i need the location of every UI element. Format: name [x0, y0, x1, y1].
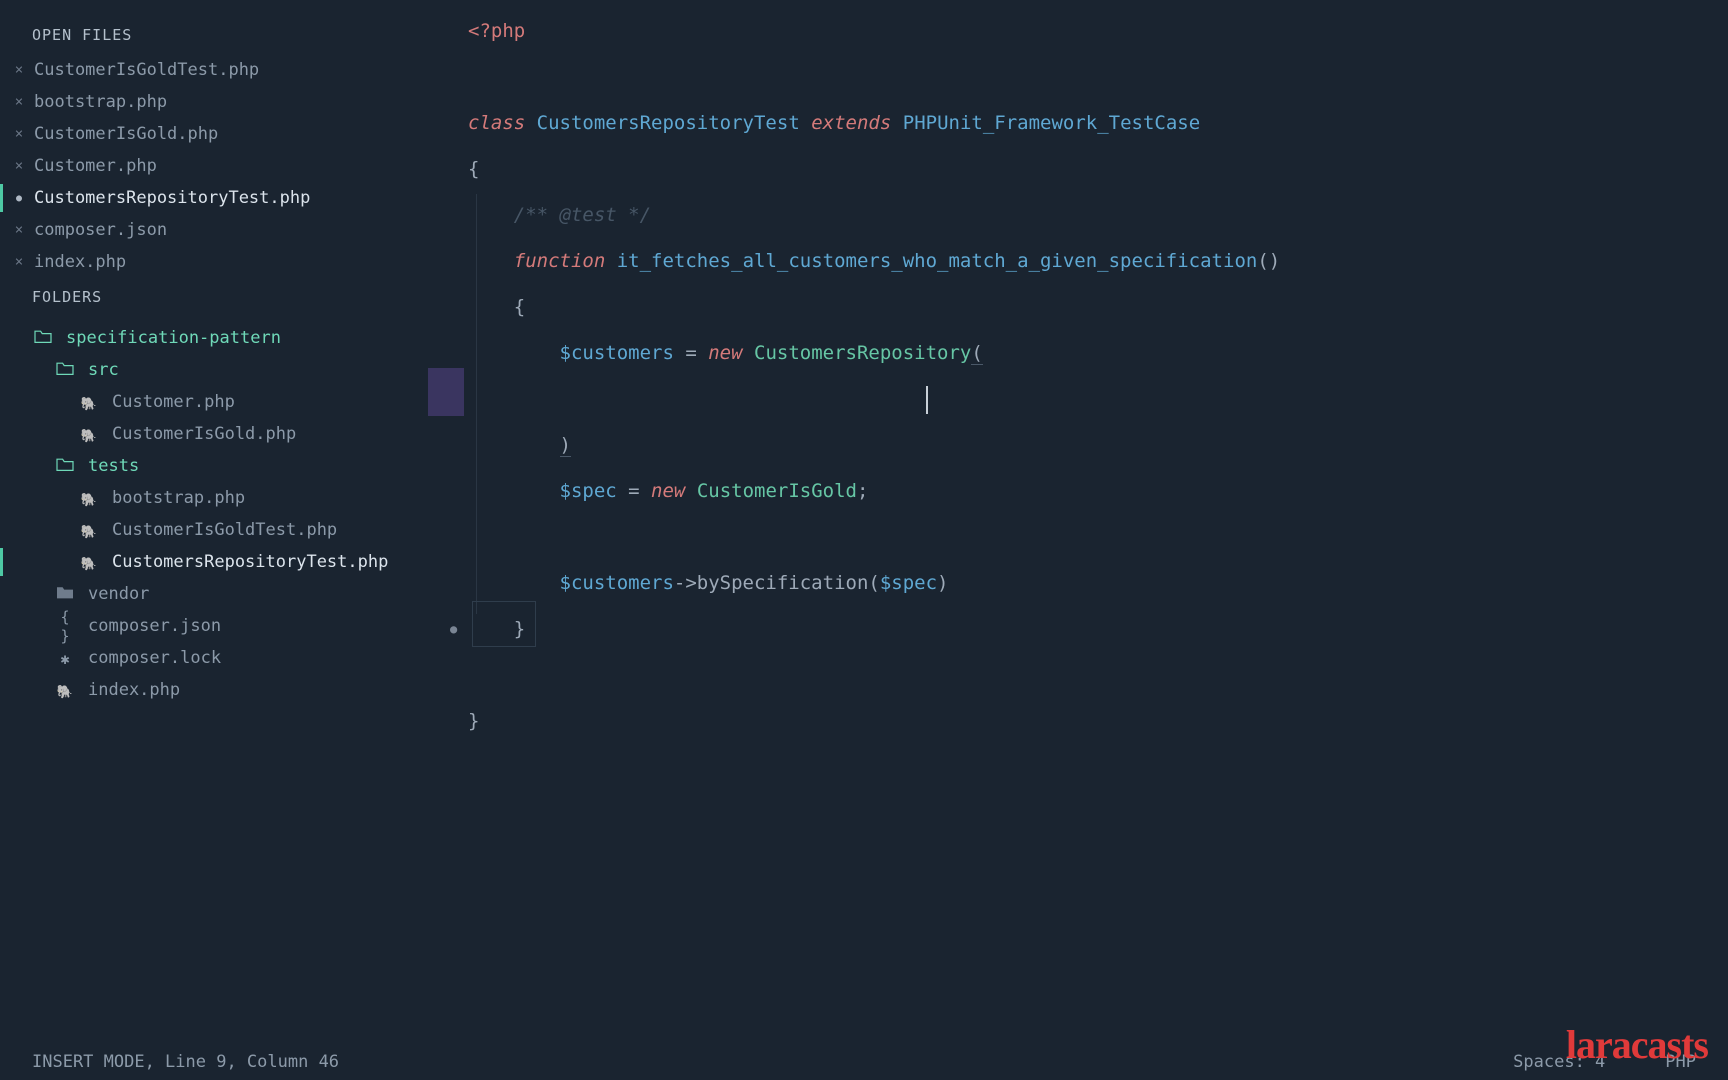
tree-src[interactable]: src	[0, 354, 428, 386]
class-repo: CustomersRepository	[754, 342, 971, 364]
php-file-icon: 🐘	[78, 393, 100, 412]
method-byspec: bySpecification	[697, 572, 869, 594]
tree-bootstrap-php[interactable]: 🐘 bootstrap.php	[0, 482, 428, 514]
tree-item-label: Customer.php	[112, 392, 235, 412]
tree-item-label: tests	[88, 456, 139, 476]
class-name: CustomersRepositoryTest	[537, 112, 800, 134]
php-file-icon: 🐘	[78, 489, 100, 508]
sidebar: OPEN FILES × CustomerIsGoldTest.php × boots…	[0, 0, 428, 1044]
fn-parens: ()	[1257, 250, 1280, 272]
tree-tests[interactable]: tests	[0, 450, 428, 482]
tree-item-label: CustomersRepositoryTest.php	[112, 552, 388, 572]
close-icon[interactable]: ×	[12, 62, 26, 78]
tree-item-label: CustomerIsGoldTest.php	[112, 520, 337, 540]
open-file-customer-php[interactable]: × Customer.php	[0, 150, 428, 182]
var-spec: $spec	[560, 480, 617, 502]
base-class: PHPUnit_Framework_TestCase	[903, 112, 1200, 134]
folder-open-icon	[54, 456, 76, 476]
tree-specification-pattern[interactable]: specification-pattern	[0, 322, 428, 354]
var-spec2: $spec	[880, 572, 937, 594]
tree-item-label: bootstrap.php	[112, 488, 245, 508]
open-file-index-php[interactable]: × index.php	[0, 246, 428, 278]
tree-item-label: vendor	[88, 584, 149, 604]
open-brace: {	[468, 158, 479, 180]
close-icon[interactable]: ×	[12, 94, 26, 110]
open-file-label: CustomersRepositoryTest.php	[34, 188, 310, 208]
tree-composer-json[interactable]: { } composer.json	[0, 610, 428, 642]
semi: ;	[857, 480, 868, 502]
php-file-icon: 🐘	[78, 553, 100, 572]
status-mode: INSERT MODE, Line 9, Column 46	[32, 1052, 339, 1072]
open-file-customerisgoldtest-php[interactable]: × CustomerIsGoldTest.php	[0, 54, 428, 86]
tree-vendor[interactable]: vendor	[0, 578, 428, 610]
keyword-new2: new	[651, 480, 685, 502]
gutter-modified-dot: ●	[450, 606, 457, 652]
folders-heading: FOLDERS	[0, 282, 428, 316]
close-paren2: )	[937, 572, 948, 594]
text-cursor	[926, 386, 928, 414]
class-spec: CustomerIsGold	[697, 480, 857, 502]
open-files-heading: OPEN FILES	[0, 20, 428, 54]
function-name: it_fetches_all_customers_who_match_a_giv…	[617, 250, 1258, 272]
tree-index-php[interactable]: 🐘 index.php	[0, 674, 428, 706]
status-bar: INSERT MODE, Line 9, Column 46 Spaces: 4…	[0, 1044, 1728, 1080]
open-file-label: CustomerIsGoldTest.php	[34, 60, 259, 80]
fn-close-brace: }	[514, 618, 525, 640]
open-file-customersrepositorytest-php[interactable]: ● CustomersRepositoryTest.php	[0, 182, 428, 214]
close-icon[interactable]: ×	[12, 158, 26, 174]
close-brace: }	[468, 710, 479, 732]
tree-customer-php[interactable]: 🐘 Customer.php	[0, 386, 428, 418]
var-customers2: $customers	[560, 572, 674, 594]
tree-customersrepositorytest-php[interactable]: 🐘 CustomersRepositoryTest.php	[0, 546, 428, 578]
var-customers: $customers	[560, 342, 674, 364]
keyword-function: function	[514, 250, 606, 272]
modified-dot-icon[interactable]: ●	[12, 193, 26, 204]
close-icon[interactable]: ×	[12, 254, 26, 270]
tree-item-label: CustomerIsGold.php	[112, 424, 296, 444]
equals: =	[674, 342, 708, 364]
close-paren: )	[560, 434, 571, 457]
open-paren2: (	[868, 572, 879, 594]
open-file-label: bootstrap.php	[34, 92, 167, 112]
open-file-label: CustomerIsGold.php	[34, 124, 218, 144]
tree-item-label: composer.lock	[88, 648, 221, 668]
editor[interactable]: <?php class CustomersRepositoryTest exte…	[428, 0, 1728, 1044]
fn-open-brace: {	[514, 296, 525, 318]
open-file-label: index.php	[34, 252, 126, 272]
tree-item-label: composer.json	[88, 616, 221, 636]
docblock: /** @test */	[514, 204, 651, 226]
php-open-tag: <?php	[468, 20, 525, 42]
open-file-customerisgold-php[interactable]: × CustomerIsGold.php	[0, 118, 428, 150]
php-file-icon: 🐘	[54, 681, 76, 700]
open-file-bootstrap-php[interactable]: × bootstrap.php	[0, 86, 428, 118]
folder-open-icon	[54, 360, 76, 380]
brand-watermark: laracasts	[1566, 1021, 1708, 1068]
equals2: =	[617, 480, 651, 502]
keyword-new: new	[708, 342, 742, 364]
folder-open-icon	[32, 328, 54, 348]
lock-file-icon: ✱	[54, 649, 76, 668]
php-file-icon: 🐘	[78, 521, 100, 540]
tree-customerisgoldtest-php[interactable]: 🐘 CustomerIsGoldTest.php	[0, 514, 428, 546]
tree-item-label: index.php	[88, 680, 180, 700]
close-icon[interactable]: ×	[12, 126, 26, 142]
keyword-extends: extends	[811, 112, 891, 134]
php-file-icon: 🐘	[78, 425, 100, 444]
open-file-label: composer.json	[34, 220, 167, 240]
open-paren: (	[971, 342, 982, 365]
json-file-icon: { }	[54, 607, 76, 645]
open-file-label: Customer.php	[34, 156, 157, 176]
folder-closed-icon	[54, 584, 76, 604]
keyword-class: class	[468, 112, 525, 134]
tree-composer-lock[interactable]: ✱ composer.lock	[0, 642, 428, 674]
arrow: ->	[674, 572, 697, 594]
close-icon[interactable]: ×	[12, 222, 26, 238]
tree-customerisgold-php[interactable]: 🐘 CustomerIsGold.php	[0, 418, 428, 450]
tree-item-label: src	[88, 360, 119, 380]
open-file-composer-json[interactable]: × composer.json	[0, 214, 428, 246]
tree-item-label: specification-pattern	[66, 328, 281, 348]
